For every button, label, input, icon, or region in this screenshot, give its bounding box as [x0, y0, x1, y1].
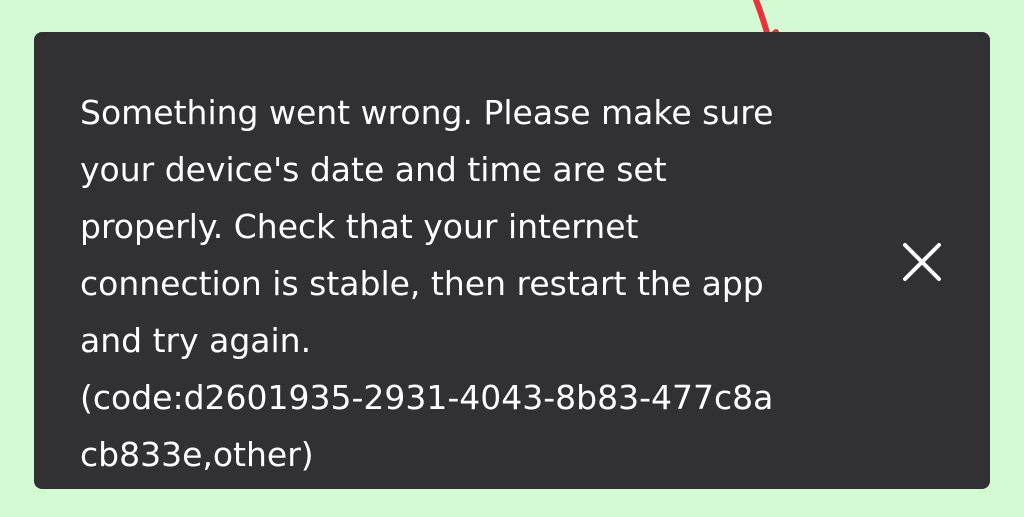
error-message-line: your device's date and time are set: [80, 150, 667, 189]
close-button[interactable]: [892, 232, 952, 292]
error-message-line: connection is stable, then restart the a…: [80, 264, 764, 303]
error-message-line: (code:d2601935-2931-4043-8b83-477c8a: [80, 378, 774, 417]
error-message-line: Something went wrong. Please make sure: [80, 93, 774, 132]
error-snackbar: Something went wrong. Please make sure y…: [34, 32, 990, 489]
error-message-line: cb833e,other): [80, 435, 314, 474]
error-message-line: properly. Check that your internet: [80, 207, 639, 246]
error-message-line: and try again.: [80, 321, 312, 360]
close-icon: [903, 243, 941, 281]
error-message: Something went wrong. Please make sure y…: [80, 84, 880, 483]
